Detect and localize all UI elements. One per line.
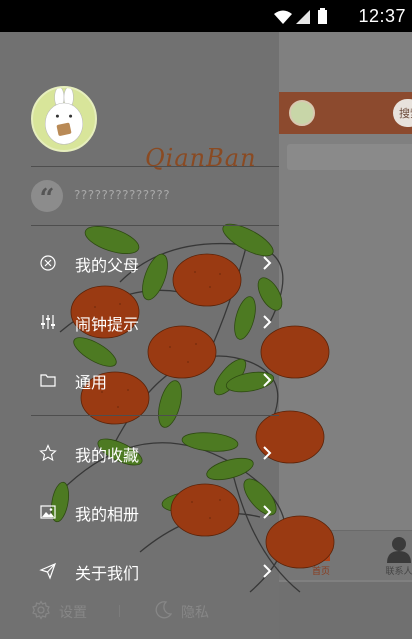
menu-label-about: 关于我们	[75, 564, 140, 583]
background-app: 搜索 首页 联系人	[279, 32, 412, 582]
menu-item-general[interactable]: 通用	[31, 360, 279, 400]
motto-row[interactable]: “ ??????????????	[31, 180, 279, 216]
signal-icon	[296, 10, 310, 24]
bottom-separator	[119, 605, 120, 617]
moon-icon	[155, 601, 173, 619]
menu-item-favorites[interactable]: 我的收藏	[31, 433, 279, 473]
chevron-right-icon	[263, 564, 272, 578]
menu-group-divider	[31, 415, 279, 416]
menu-item-alarm[interactable]: 闹钟提示	[31, 302, 279, 342]
chevron-right-icon	[263, 446, 272, 460]
drawer-bottom-actions: 设置 隐私	[31, 596, 279, 626]
sliders-icon	[41, 315, 55, 329]
menu-item-about[interactable]: 关于我们	[31, 551, 279, 591]
tab-contacts-label: 联系人	[385, 567, 412, 577]
quote-icon: “	[31, 180, 63, 214]
bg-app-logo	[289, 100, 315, 126]
close-circle-icon	[40, 255, 56, 271]
battery-icon	[318, 8, 327, 24]
status-time: 12:37	[358, 6, 406, 26]
app-screen: 12:37 搜索 首页 联系人	[0, 0, 412, 639]
profile-divider	[31, 166, 279, 167]
privacy-button[interactable]: 隐私	[153, 596, 223, 626]
menu-label-album: 我的相册	[75, 505, 140, 524]
chevron-right-icon	[263, 373, 272, 387]
bg-app-toolbar: 搜索	[279, 92, 412, 134]
send-icon	[39, 562, 57, 580]
privacy-label: 隐私	[181, 605, 209, 621]
tab-contacts[interactable]: 联系人	[369, 535, 412, 579]
tab-home-label: 首页	[311, 567, 330, 577]
navigation-drawer: QianBan “ ?????????????? 我的父母 闹钟提示 通用 我的…	[0, 32, 335, 639]
bg-tab-bar: 首页 联系人	[279, 530, 412, 580]
avatar-bunny-image	[44, 88, 84, 145]
motto-divider	[31, 225, 279, 226]
bg-content-strip	[287, 144, 412, 170]
status-icons	[274, 8, 327, 24]
wifi-icon	[274, 10, 292, 24]
home-icon	[308, 537, 334, 561]
image-icon	[40, 505, 56, 519]
bg-search-box[interactable]: 搜索	[393, 99, 412, 127]
menu-label-general: 通用	[75, 373, 108, 392]
settings-label: 设置	[59, 605, 87, 621]
chevron-right-icon	[263, 315, 272, 329]
settings-button[interactable]: 设置	[31, 596, 101, 626]
menu-label-parents: 我的父母	[75, 256, 140, 275]
menu-label-alarm: 闹钟提示	[75, 315, 140, 334]
gear-icon	[32, 600, 50, 620]
chevron-right-icon	[263, 256, 272, 270]
motto-text: ??????????????	[74, 188, 171, 202]
menu-item-album[interactable]: 我的相册	[31, 492, 279, 532]
signature-title: QianBan	[145, 144, 257, 172]
user-avatar[interactable]	[31, 86, 97, 152]
status-bar: 12:37	[0, 0, 412, 32]
star-icon	[39, 444, 57, 462]
menu-label-favorites: 我的收藏	[75, 446, 140, 465]
folder-icon	[40, 374, 56, 387]
chevron-right-icon	[263, 505, 272, 519]
menu-item-parents[interactable]: 我的父母	[31, 243, 279, 283]
person-icon	[387, 537, 411, 563]
tab-home[interactable]: 首页	[291, 535, 351, 579]
